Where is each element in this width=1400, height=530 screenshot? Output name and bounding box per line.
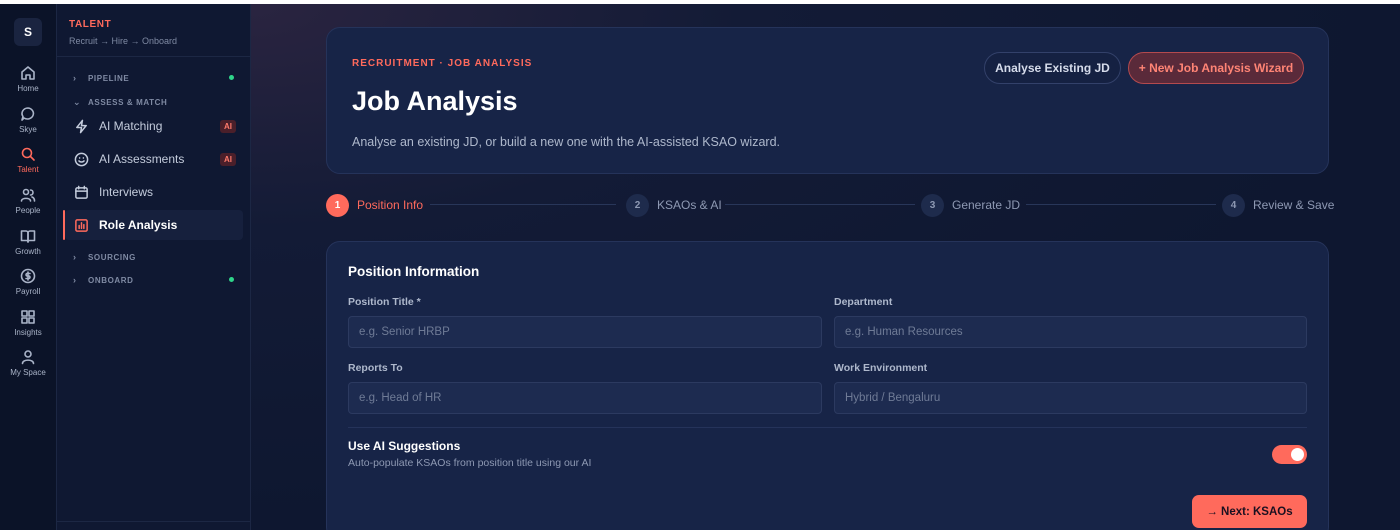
group-onboard[interactable]: › ONBOARD (73, 273, 243, 287)
smiley-icon (74, 152, 89, 166)
card-title: Position Information (348, 264, 480, 279)
status-dot (229, 277, 234, 282)
lightning-icon (76, 119, 87, 133)
sidebar-title: TALENT (69, 19, 112, 30)
chevron-right-icon: › (73, 73, 77, 83)
new-job-analysis-wizard-button[interactable]: + New Job Analysis Wizard (1128, 52, 1304, 84)
department-input[interactable] (834, 316, 1307, 348)
step-generate-jd[interactable]: 3 Generate JD (921, 193, 1020, 217)
step-number: 2 (626, 193, 649, 217)
ai-suggestions-title: Use AI Suggestions (348, 439, 461, 453)
step-label: KSAOs & AI (657, 198, 722, 212)
rail-item-home[interactable]: Home (0, 65, 56, 105)
rail-item-my-space[interactable]: My Space (0, 349, 56, 389)
chevron-down-icon: ⌄ (73, 96, 82, 107)
talent-sidebar: TALENT Recruit → Hire → Onboard › PIPELI… (57, 4, 251, 530)
ai-badge: AI (220, 120, 236, 133)
card-divider (348, 427, 1307, 428)
ai-suggestions-description: Auto-populate KSAOs from position title … (348, 457, 592, 469)
sidebar-subtitle: Recruit → Hire → Onboard (69, 36, 178, 46)
group-label: ASSESS & MATCH (88, 97, 168, 107)
step-position-info[interactable]: 1 Position Info (326, 193, 423, 217)
rail-item-label: Insights (14, 328, 42, 337)
rail-item-growth[interactable]: Growth (0, 228, 56, 268)
app-logo[interactable]: S (14, 18, 42, 46)
reports-to-label: Reports To (348, 362, 403, 374)
book-icon (20, 230, 36, 243)
rail-item-talent[interactable]: Talent (0, 146, 56, 186)
step-number: 3 (921, 193, 944, 217)
analyse-existing-jd-button[interactable]: Analyse Existing JD (984, 52, 1121, 84)
chevron-right-icon: › (73, 252, 77, 262)
sidebar-item-interviews[interactable]: Interviews (65, 177, 243, 207)
page-description: Analyse an existing JD, or build a new o… (352, 135, 780, 149)
rail-item-skye[interactable]: Skye (0, 106, 56, 146)
sidebar-item-role-analysis[interactable]: Role Analysis (63, 210, 243, 240)
group-pipeline[interactable]: › PIPELINE (73, 71, 243, 85)
department-label: Department (834, 296, 893, 308)
step-number: 1 (326, 193, 349, 217)
position-title-input[interactable] (348, 316, 822, 348)
rail-item-payroll[interactable]: Payroll (0, 268, 56, 308)
work-environment-label: Work Environment (834, 362, 928, 374)
icon-rail: S Home Skye Talent People Growth Payroll… (0, 4, 57, 530)
group-label: SOURCING (88, 252, 136, 262)
chat-bubble-icon (21, 107, 35, 121)
reports-to-input[interactable] (348, 382, 822, 414)
people-icon (20, 188, 36, 202)
stepper-connector (1026, 204, 1216, 205)
toggle-knob (1291, 448, 1304, 461)
work-environment-input[interactable] (834, 382, 1307, 414)
grid-icon (21, 310, 35, 324)
page-title: Job Analysis (352, 86, 518, 116)
sidebar-item-label: AI Assessments (99, 152, 185, 166)
group-label: ONBOARD (88, 275, 134, 285)
step-label: Generate JD (952, 198, 1021, 212)
stepper-connector (430, 204, 616, 205)
search-icon (21, 147, 35, 161)
chevron-right-icon: › (73, 275, 77, 285)
main-content: RECRUITMENT · JOB ANALYSIS Job Analysis … (251, 4, 1400, 530)
group-sourcing[interactable]: › SOURCING (73, 250, 243, 264)
ai-suggestions-toggle[interactable] (1272, 445, 1307, 464)
sidebar-divider (57, 56, 251, 57)
group-assess-match[interactable]: ⌄ ASSESS & MATCH (73, 95, 243, 109)
rail-item-label: Skye (19, 125, 37, 134)
bar-chart-icon (75, 218, 88, 232)
step-number: 4 (1222, 193, 1245, 217)
sidebar-item-ai-assessments[interactable]: AI Assessments AI (65, 144, 243, 174)
next-ksaos-button[interactable]: → Next: KSAOs (1192, 495, 1307, 528)
group-label: PIPELINE (88, 73, 130, 83)
sidebar-item-label: AI Matching (99, 119, 163, 133)
position-title-label: Position Title * (348, 296, 421, 308)
page-header-card: RECRUITMENT · JOB ANALYSIS Job Analysis … (326, 27, 1329, 174)
calendar-icon (75, 185, 88, 199)
ai-badge: AI (220, 153, 236, 166)
step-review-save[interactable]: 4 Review & Save (1222, 193, 1334, 217)
sidebar-item-label: Role Analysis (99, 218, 178, 232)
rail-item-label: Payroll (15, 287, 41, 296)
step-label: Position Info (357, 198, 424, 212)
sidebar-bottom-divider (57, 521, 251, 522)
stepper-connector (725, 204, 915, 205)
step-label: Review & Save (1253, 198, 1335, 212)
rail-item-people[interactable]: People (0, 187, 56, 227)
home-icon (21, 66, 35, 80)
step-ksaos-ai[interactable]: 2 KSAOs & AI (626, 193, 722, 217)
rail-item-label: Home (17, 84, 39, 93)
rail-item-label: Growth (15, 247, 41, 256)
rail-item-label: My Space (10, 368, 46, 377)
person-icon (21, 350, 35, 365)
rail-item-insights[interactable]: Insights (0, 309, 56, 349)
rail-item-label: Talent (17, 165, 39, 174)
status-dot (229, 75, 234, 80)
rail-item-label: People (15, 206, 41, 215)
dollar-icon (20, 268, 36, 284)
position-info-card: Position Information Position Title * De… (326, 241, 1329, 530)
sidebar-item-label: Interviews (99, 185, 154, 199)
breadcrumb: RECRUITMENT · JOB ANALYSIS (352, 58, 533, 69)
sidebar-item-ai-matching[interactable]: AI Matching AI (65, 111, 243, 141)
